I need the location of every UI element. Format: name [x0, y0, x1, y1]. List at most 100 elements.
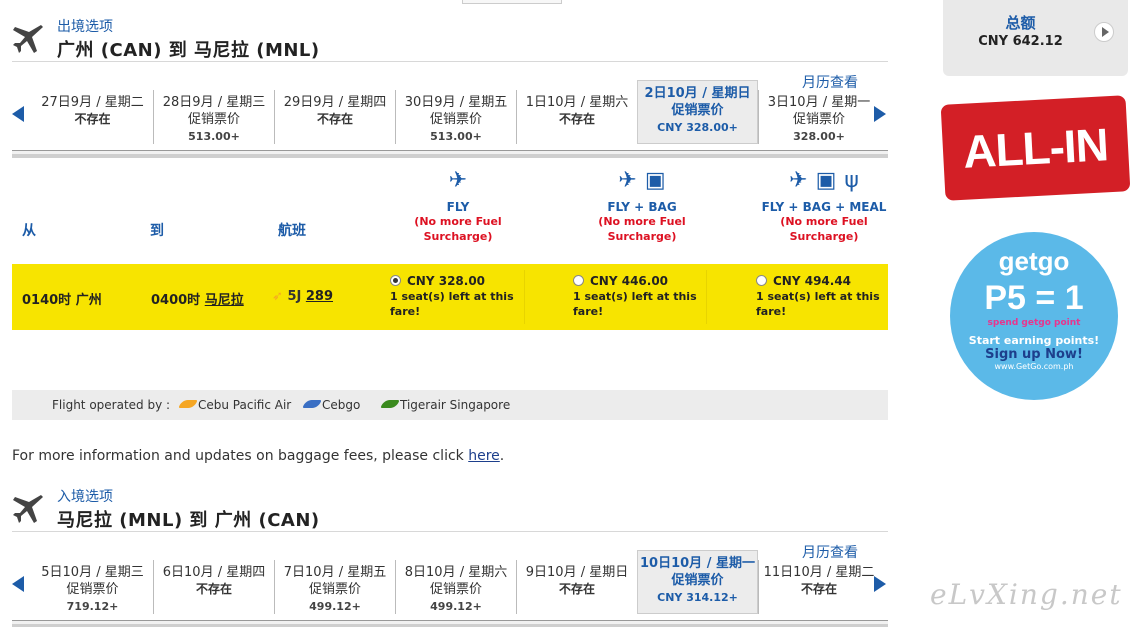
cebu-pacific-icon — [178, 400, 198, 408]
date-tab-price: 499.12+ — [309, 600, 361, 613]
fare-note: Surcharge) — [789, 230, 859, 243]
fare-cell-fly[interactable]: CNY 328.00 1 seat(s) left at this fare! — [390, 274, 560, 319]
total-box: 总额 CNY 642.12 — [943, 0, 1128, 76]
date-tab[interactable]: 30日9月 / 星期五 促销票价 513.00+ — [395, 90, 516, 144]
plane-icon: ✈ — [618, 168, 637, 193]
date-tab[interactable]: 7日10月 / 星期五 促销票价 499.12+ — [274, 560, 395, 614]
total-label: 总额 — [1005, 14, 1036, 32]
fare-cell-fly-bag[interactable]: CNY 446.00 1 seat(s) left at this fare! — [573, 274, 743, 319]
calendar-view-link[interactable]: 月历查看 — [802, 72, 858, 92]
date-tab-date: 28日9月 / 星期三 — [162, 95, 266, 110]
fare-price: CNY 494.44 — [773, 274, 852, 288]
date-tab-status: 促销票价 — [187, 112, 240, 127]
date-tab[interactable]: 29日9月 / 星期四 不存在 — [274, 90, 395, 144]
next-dates-arrow-icon[interactable] — [874, 106, 886, 122]
fare-name: FLY + BAG — [607, 200, 677, 214]
expand-play-icon[interactable] — [1094, 22, 1114, 42]
flight-number-link[interactable]: 289 — [306, 289, 333, 304]
all-in-ad-banner[interactable]: ALL-IN — [940, 95, 1130, 201]
date-scroll-bar — [12, 150, 888, 158]
date-tab[interactable]: 3日10月 / 星期一 促销票价 328.00+ — [758, 90, 879, 144]
date-tab[interactable]: 27日9月 / 星期二 不存在 — [32, 90, 153, 144]
to-column-header: 到 — [150, 223, 164, 239]
date-tab[interactable]: 8日10月 / 星期六 促销票价 499.12+ — [395, 560, 516, 614]
fare-note: (No more Fuel — [414, 215, 502, 228]
depart-city: 广州 — [75, 293, 102, 308]
date-tab-price: 499.12+ — [430, 600, 482, 613]
seats-left-tail: fare! — [390, 305, 421, 318]
calendar-view-link[interactable]: 月历查看 — [802, 542, 858, 562]
date-tab-status: 促销票价 — [671, 103, 724, 118]
date-tab[interactable]: 5日10月 / 星期三 促销票价 719.12+ — [32, 560, 153, 614]
fare-cell-fly-bag-meal[interactable]: CNY 494.44 1 seat(s) left at this fare! — [756, 274, 926, 319]
depart-cell: 0140时 广州 — [22, 289, 102, 308]
date-tab[interactable]: 10日10月 / 星期一 促销票价 CNY 314.12+ — [637, 550, 758, 614]
date-tab-date: 2日10月 / 星期日 — [644, 86, 751, 101]
date-tab[interactable]: 1日10月 / 星期六 不存在 — [516, 90, 637, 144]
getgo-ad-banner[interactable]: getgo P5 = 1 spend getgo point Start ear… — [950, 232, 1118, 400]
prev-dates-arrow-icon[interactable] — [12, 106, 24, 122]
prev-dates-arrow-icon[interactable] — [12, 576, 24, 592]
getgo-promo: P5 = 1 — [984, 279, 1084, 317]
arrive-city: 马尼拉 — [204, 293, 244, 308]
inbound-date-selector: 月历查看 5日10月 / 星期三 促销票价 719.12+ 6日10月 / 星期四 不存… — [12, 532, 888, 627]
date-tab-date: 3日10月 / 星期一 — [767, 95, 871, 110]
airline-code: 5J — [287, 289, 302, 304]
date-tab[interactable]: 9日10月 / 星期日 不存在 — [516, 560, 637, 614]
date-tab-price: 719.12+ — [66, 600, 119, 613]
date-tab-price: 513.00+ — [188, 130, 240, 143]
fare-price: CNY 446.00 — [590, 274, 669, 288]
getgo-logo: getgo — [998, 246, 1070, 276]
fare-radio[interactable] — [573, 275, 584, 286]
fare-name: FLY + BAG + MEAL — [761, 200, 887, 214]
main-content: 出境选项 广州 (CAN) 到 马尼拉 (MNL) 月历查看 27日9月 / 星… — [12, 0, 888, 627]
seats-left-tail: fare! — [573, 305, 604, 318]
fare-note: Surcharge) — [607, 230, 677, 243]
outbound-header: 出境选项 广州 (CAN) 到 马尼拉 (MNL) — [12, 0, 888, 62]
next-dates-arrow-icon[interactable] — [874, 576, 886, 592]
date-tab-date: 11日10月 / 星期二 — [763, 565, 875, 580]
date-tab-status: 促销票价 — [66, 582, 119, 597]
getgo-url: www.GetGo.com.ph — [994, 362, 1074, 371]
date-tab[interactable]: 6日10月 / 星期四 不存在 — [153, 560, 274, 614]
date-tab-status: 促销票价 — [429, 112, 482, 127]
flight-number-cell: ➶ 5J 289 — [272, 289, 333, 304]
inbound-label: 入境选项 — [57, 489, 113, 505]
date-tab-date: 27日9月 / 星期二 — [41, 95, 144, 110]
baggage-here-link[interactable]: here — [468, 448, 500, 464]
seats-left: 1 seat(s) left at this — [756, 290, 880, 303]
fare-note: (No more Fuel — [598, 215, 686, 228]
cebu-airline-icon: ➶ — [272, 289, 283, 304]
date-tab[interactable]: 2日10月 / 星期日 促销票价 CNY 328.00+ — [637, 80, 758, 144]
date-tab-date: 1日10月 / 星期六 — [525, 95, 629, 110]
date-tab-price: 328.00+ — [793, 130, 845, 143]
date-tab-price: 513.00+ — [430, 130, 482, 143]
watermark: eLvXing.net — [930, 578, 1123, 611]
date-tab-price: CNY 328.00+ — [657, 121, 738, 134]
sidebar: 总额 CNY 642.12 ALL-IN getgo P5 = 1 spend … — [940, 0, 1130, 400]
date-tab-price: CNY 314.12+ — [657, 591, 738, 604]
date-tab[interactable]: 28日9月 / 星期三 促销票价 513.00+ — [153, 90, 274, 144]
date-tab-date: 6日10月 / 星期四 — [162, 565, 266, 580]
cebgo-icon — [302, 400, 322, 408]
luggage-icon: ▣ — [644, 168, 666, 193]
getgo-signup: Sign up Now! — [985, 347, 1083, 362]
date-tab-status: 促销票价 — [429, 582, 482, 597]
date-tab-status: 不存在 — [316, 112, 353, 126]
outbound-date-selector: 月历查看 27日9月 / 星期二 不存在 28日9月 / 星期三 促销票价 513.00… — [12, 62, 888, 158]
date-scroll-bar — [12, 620, 888, 627]
outbound-route: 广州 (CAN) 到 马尼拉 (MNL) — [57, 40, 320, 61]
carrier-tigerair: Tigerair Singapore — [380, 398, 510, 412]
flight-column-header: 航班 — [278, 223, 306, 239]
baggage-text: For more information and updates on bagg… — [12, 448, 464, 464]
fare-radio[interactable] — [390, 275, 401, 286]
date-tab-date: 29日9月 / 星期四 — [283, 95, 387, 110]
date-tabs: 5日10月 / 星期三 促销票价 719.12+ 6日10月 / 星期四 不存在 7日10… — [32, 550, 879, 614]
carrier-cebu-pacific: Cebu Pacific Air — [178, 398, 291, 412]
plane-icon: ✈ — [789, 168, 808, 193]
date-tab-status: 不存在 — [800, 582, 837, 596]
date-tab[interactable]: 11日10月 / 星期二 不存在 — [758, 560, 879, 614]
fare-radio[interactable] — [756, 275, 767, 286]
depart-time: 0140时 — [22, 293, 72, 308]
date-tab-status: 促销票价 — [792, 112, 845, 127]
